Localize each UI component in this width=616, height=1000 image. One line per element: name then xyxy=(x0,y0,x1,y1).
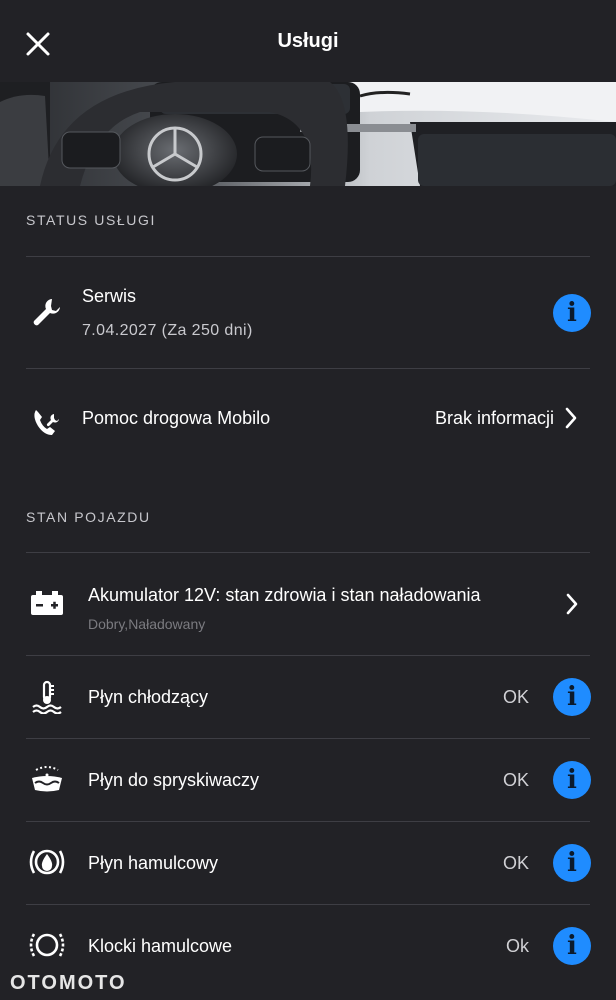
brake-pads-status: Ok xyxy=(506,936,530,956)
coolant-info-button[interactable]: i xyxy=(553,678,591,716)
battery-icon xyxy=(31,591,63,615)
divider xyxy=(26,552,590,553)
brake-fluid-status: OK xyxy=(503,853,530,873)
phone-wrench-icon xyxy=(34,410,59,435)
brake-fluid-title: Płyn hamulcowy xyxy=(88,853,219,873)
page-title: Usługi xyxy=(277,30,339,52)
watermark-logo: OTOMOTO xyxy=(10,972,127,994)
info-icon: i xyxy=(567,848,577,878)
divider xyxy=(26,904,590,905)
divider xyxy=(26,738,590,739)
hero-image xyxy=(0,82,616,186)
info-icon: i xyxy=(567,298,577,328)
section-label-service-status: STATUS USŁUGI xyxy=(26,212,156,228)
wrench-icon xyxy=(33,299,60,326)
washer-fluid-title: Płyn do spryskiwaczy xyxy=(88,770,260,790)
coolant-title: Płyn chłodzący xyxy=(88,687,209,707)
brake-fluid-info-button[interactable]: i xyxy=(553,844,591,882)
brake-pads-icon xyxy=(29,933,65,957)
washer-fluid-info-button[interactable]: i xyxy=(553,761,591,799)
section-label-vehicle-status: STAN POJAZDU xyxy=(26,509,151,525)
service-date: 7.04.2027 (Za 250 dni) xyxy=(82,322,253,339)
battery-title: Akumulator 12V: stan zdrowia i stan nała… xyxy=(88,585,481,605)
roadside-value: Brak informacji xyxy=(434,408,554,428)
service-info-button[interactable]: i xyxy=(553,294,591,332)
divider xyxy=(26,368,590,369)
brake-fluid-icon xyxy=(29,849,65,875)
chevron-right-icon xyxy=(565,407,577,429)
battery-subtitle: Dobry,Naładowany xyxy=(88,616,206,632)
info-icon: i xyxy=(567,765,577,795)
service-title: Serwis xyxy=(82,286,137,306)
info-icon: i xyxy=(567,931,577,961)
brake-pads-info-button[interactable]: i xyxy=(553,927,591,965)
divider xyxy=(26,256,590,257)
coolant-status: OK xyxy=(503,687,530,707)
washer-fluid-status: OK xyxy=(503,770,530,790)
brake-pads-title: Klocki hamulcowe xyxy=(88,936,233,956)
header: Usługi xyxy=(0,0,616,82)
divider xyxy=(26,655,590,656)
coolant-icon xyxy=(32,680,62,714)
roadside-title: Pomoc drogowa Mobilo xyxy=(82,408,271,428)
info-icon: i xyxy=(567,682,577,712)
chevron-right-icon xyxy=(566,593,578,615)
washer-fluid-icon xyxy=(32,766,62,792)
divider xyxy=(26,821,590,822)
